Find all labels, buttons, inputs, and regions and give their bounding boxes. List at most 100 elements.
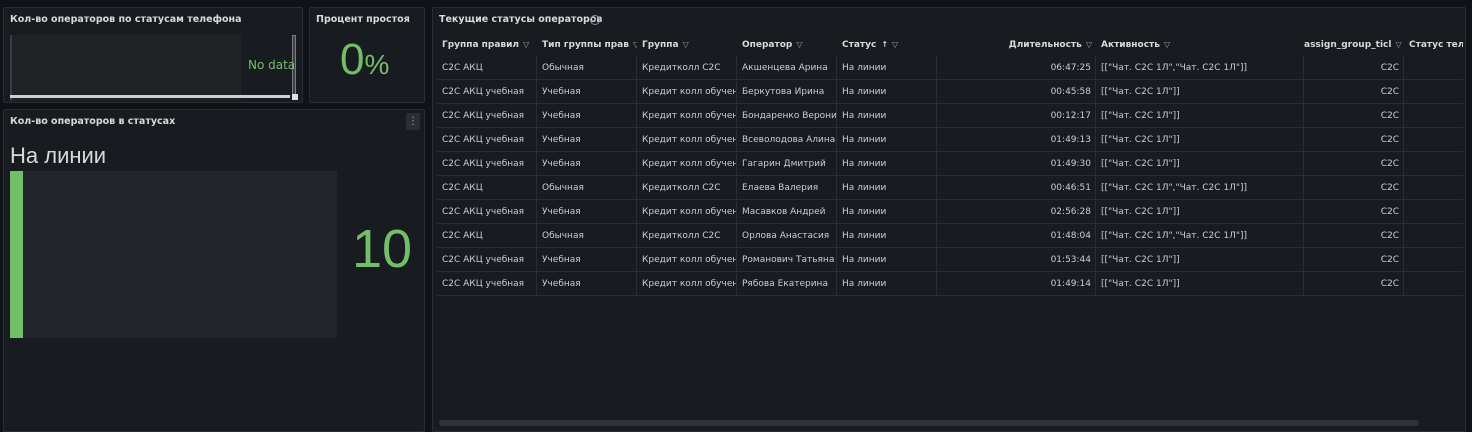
table-cell <box>1404 128 1463 151</box>
table-row[interactable]: С2С АКЦ учебная Учебная Кредит колл обучен… <box>437 80 1463 104</box>
table-cell: С2С <box>1304 200 1404 223</box>
table-cell: С2С АКЦ учебная <box>437 104 537 127</box>
table-cell: С2С АКЦ учебная <box>437 200 537 223</box>
table-cell: С2С АКЦ <box>437 56 537 79</box>
filter-icon[interactable]: ▽ <box>892 34 898 56</box>
table-cell: С2С <box>1304 176 1404 199</box>
table-cell: 01:53:44 <box>937 248 1096 271</box>
table-cell: С2С АКЦ учебная <box>437 272 537 295</box>
column-header[interactable]: Статус теле <box>1404 34 1463 56</box>
column-header-label: Длительность <box>1008 40 1082 50</box>
table-cell: На линии <box>837 80 937 103</box>
table-cell <box>1404 80 1463 103</box>
table-cell: [["Чат. С2С 1Л","Чат. С2С 1Л"]] <box>1096 176 1304 199</box>
table-cell: Романович Татьяна <box>737 248 837 271</box>
table-row[interactable]: С2С АКЦ учебная Учебная Кредит колл обучен… <box>437 104 1463 128</box>
table-cell: 01:49:13 <box>937 128 1096 151</box>
operator-count: 10 <box>352 219 413 279</box>
table-cell: [["Чат. С2С 1Л"]] <box>1096 272 1304 295</box>
table-cell: Кредит колл обучен <box>637 152 737 175</box>
panel-title: Текущие статусы операторов <box>439 14 603 25</box>
table-cell: Рябова Екатерина <box>737 272 837 295</box>
table-cell <box>1404 104 1463 127</box>
table-cell: Учебная <box>537 104 637 127</box>
column-header[interactable]: Оператор ▽ <box>737 34 837 56</box>
table-cell: [["Чат. С2С 1Л"]] <box>1096 128 1304 151</box>
table-cell: На линии <box>837 200 937 223</box>
column-header[interactable]: Тип группы прав▽ <box>537 34 637 56</box>
table-cell: С2С АКЦ <box>437 224 537 247</box>
table-cell: С2С <box>1304 248 1404 271</box>
column-header[interactable]: Длительность ▽ <box>937 34 1096 56</box>
table-cell: [["Чат. С2С 1Л"]] <box>1096 104 1304 127</box>
table-cell: 06:47:25 <box>937 56 1096 79</box>
panel-title: Процент простоя <box>316 14 410 25</box>
panel-title: Кол-во операторов в статусах <box>10 116 176 127</box>
table-cell: Всеволодова Алина <box>737 128 837 151</box>
table-cell: На линии <box>837 152 937 175</box>
table-cell: Кредитколл С2С <box>637 176 737 199</box>
table-row[interactable]: С2С АКЦ учебная Учебная Кредит колл обучен… <box>437 128 1463 152</box>
table-cell: С2С <box>1304 224 1404 247</box>
filter-icon[interactable]: ▽ <box>796 34 802 56</box>
table-row[interactable]: С2С АКЦ Обычная Кредитколл С2С Орлова Анаст… <box>437 224 1463 248</box>
table-cell: Кредит колл обучен <box>637 248 737 271</box>
table-row[interactable]: С2С АКЦ Обычная Кредитколл С2С Елаева Валер… <box>437 176 1463 200</box>
filter-icon[interactable]: ▽ <box>1164 34 1170 56</box>
filter-icon[interactable]: ▽ <box>1086 34 1092 56</box>
filter-icon[interactable]: ▽ <box>683 34 689 56</box>
horizontal-scrollbar[interactable] <box>439 420 1419 426</box>
column-header-label: Статус <box>842 40 877 50</box>
table-cell: Елаева Валерия <box>737 176 837 199</box>
table-cell: 01:49:30 <box>937 152 1096 175</box>
table-cell: Обычная <box>537 176 637 199</box>
column-header[interactable]: Группа правил ▽ <box>437 34 537 56</box>
table-cell: 00:45:58 <box>937 80 1096 103</box>
table-cell: С2С АКЦ учебная <box>437 80 537 103</box>
column-header[interactable]: Статус ↑ ▽ <box>837 34 937 56</box>
table-cell <box>1404 248 1463 271</box>
table-cell: [["Чат. С2С 1Л","Чат. С2С 1Л"]] <box>1096 56 1304 79</box>
table-cell: На линии <box>837 104 937 127</box>
table-cell: С2С <box>1304 152 1404 175</box>
column-header[interactable]: Активность ▽ <box>1096 34 1304 56</box>
sort-arrow-icon[interactable]: ↑ <box>881 34 888 56</box>
filter-icon[interactable]: ▽ <box>523 34 529 56</box>
table-row[interactable]: С2С АКЦ учебная Учебная Кредит колл обучен… <box>437 152 1463 176</box>
table-cell <box>1404 224 1463 247</box>
table-cell: С2С <box>1304 128 1404 151</box>
scrollbar-corner <box>292 94 298 100</box>
table-cell: Кредитколл С2С <box>637 224 737 247</box>
horizontal-scrollbar[interactable] <box>10 95 290 98</box>
table-cell: Учебная <box>537 128 637 151</box>
table-cell: Кредит колл обучен <box>637 128 737 151</box>
column-header-label: Группа <box>642 40 679 50</box>
table-row[interactable]: С2С АКЦ учебная Учебная Кредит колл обучен… <box>437 200 1463 224</box>
column-header-label: assign_group_ticl <box>1304 40 1392 50</box>
table-cell: Масавков Андрей <box>737 200 837 223</box>
info-icon[interactable]: i <box>590 15 600 25</box>
table-cell: На линии <box>837 224 937 247</box>
y-axis <box>10 35 12 101</box>
table-header: Группа правил▽Тип группы прав▽Группа▽Опе… <box>437 34 1463 56</box>
table-cell: Кредит колл обучен <box>637 80 737 103</box>
column-header[interactable]: Группа ▽ <box>637 34 737 56</box>
table-cell: Гагарин Дмитрий <box>737 152 837 175</box>
table-cell: С2С АКЦ учебная <box>437 248 537 271</box>
more-vertical-icon[interactable]: ⋮ <box>406 113 420 130</box>
column-header-label: Тип группы прав <box>542 40 629 50</box>
table-row[interactable]: С2С АКЦ учебная Учебная Кредит колл обучен… <box>437 272 1463 296</box>
no-data-text: No data <box>248 58 296 72</box>
table-cell: [["Чат. С2С 1Л"]] <box>1096 248 1304 271</box>
table-cell: С2С <box>1304 272 1404 295</box>
filter-icon[interactable]: ▽ <box>1395 34 1401 56</box>
table-cell: Учебная <box>537 272 637 295</box>
table-row[interactable]: С2С АКЦ учебная Учебная Кредит колл обучен… <box>437 248 1463 272</box>
column-header[interactable]: assign_group_ticl ▽ <box>1304 34 1404 56</box>
status-label: На линии <box>10 143 107 168</box>
table-cell: 00:46:51 <box>937 176 1096 199</box>
chart-plot-area <box>10 35 241 101</box>
column-header-label: Оператор <box>742 40 793 50</box>
table-row[interactable]: С2С АКЦ Обычная Кредитколл С2С Акшенцева Ар… <box>437 56 1463 80</box>
table-cell <box>1404 272 1463 295</box>
